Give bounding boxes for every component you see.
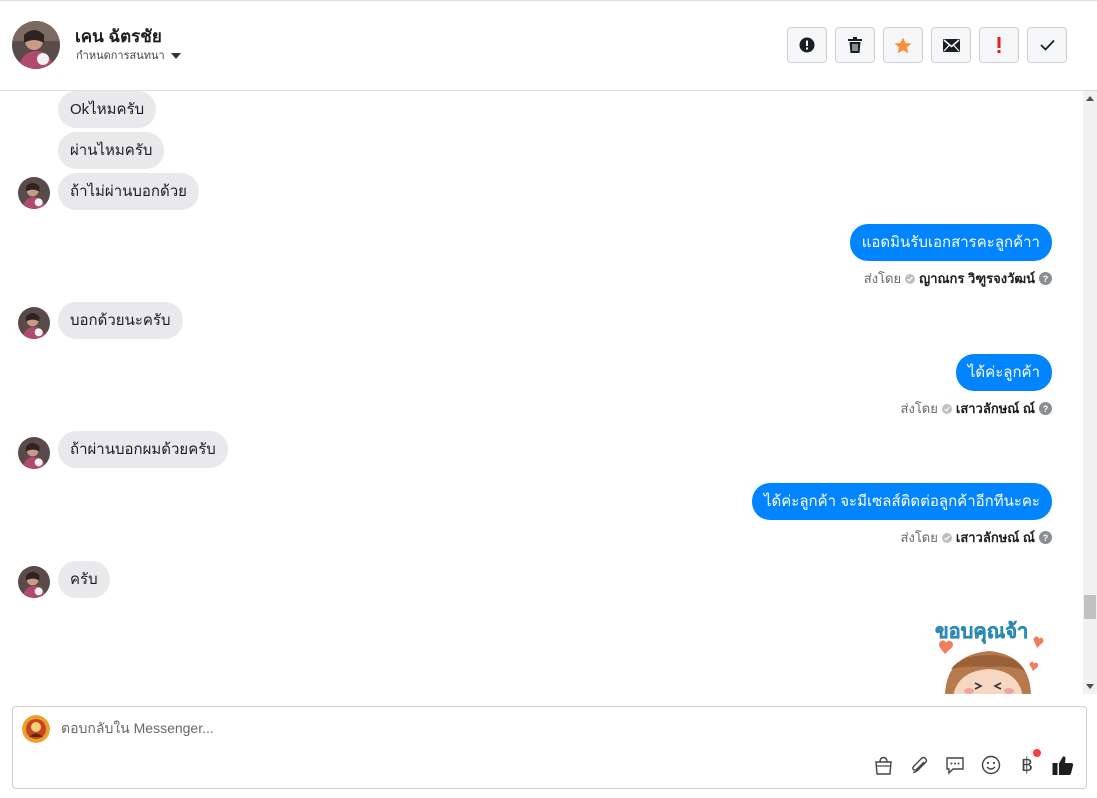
contact-avatar[interactable]: [12, 21, 60, 69]
incoming-message[interactable]: ผ่านไหมครับ: [58, 132, 165, 169]
help-icon[interactable]: ?: [1039, 402, 1052, 415]
incoming-message[interactable]: Okไหมครับ: [58, 91, 157, 128]
assign-conversation-dropdown[interactable]: กำหนดการสนทนา: [76, 46, 181, 64]
chevron-down-icon: [170, 52, 181, 59]
alert-circle-icon: [799, 37, 815, 53]
messenger-conversation-window: เคน ฉัตรชัย กำหนดการสนทนา Okไหมครับ ผ่าน…: [0, 0, 1097, 798]
exclamation-icon: [997, 37, 1001, 53]
mark-done-button[interactable]: [1027, 27, 1067, 63]
sender-name: เสาวลักษณ์ ณ์: [955, 530, 1035, 545]
emoji-icon: [981, 755, 1001, 775]
like-icon: [1052, 755, 1074, 775]
incoming-message[interactable]: ถ้าผ่านบอกผมด้วยครับ: [58, 431, 228, 468]
assign-conversation-label: กำหนดการสนทนา: [76, 50, 165, 62]
shop-bag-icon: [874, 756, 892, 775]
outgoing-message[interactable]: ได้ค่ะลูกค้า: [955, 354, 1052, 391]
conversation-header: เคน ฉัตรชัย กำหนดการสนทนา: [0, 1, 1097, 91]
scroll-down-arrow-icon[interactable]: [1086, 684, 1094, 689]
paperclip-icon: [912, 756, 928, 774]
important-button[interactable]: [979, 27, 1019, 63]
saved-replies-button[interactable]: [944, 754, 966, 776]
composer-tools: ฿: [872, 749, 1074, 776]
shop-bag-button[interactable]: [872, 754, 894, 776]
verified-check-icon: [941, 532, 952, 543]
message-scrollbar[interactable]: [1083, 91, 1097, 694]
contact-avatar-small: [18, 437, 50, 469]
attach-file-button[interactable]: [908, 754, 930, 776]
verified-check-icon: [905, 273, 916, 284]
incoming-message[interactable]: ถ้าไม่ผ่านบอกด้วย: [58, 173, 199, 210]
emoji-button[interactable]: [980, 754, 1002, 776]
sent-by-label: ส่งโดย: [900, 401, 938, 416]
like-button[interactable]: [1052, 754, 1074, 776]
conversation-actions: [787, 27, 1067, 63]
incoming-message[interactable]: ครับ: [58, 561, 110, 598]
baht-payment-icon: ฿: [1020, 754, 1034, 776]
star-icon: [894, 37, 912, 53]
help-icon[interactable]: ?: [1039, 272, 1052, 285]
message-thread[interactable]: Okไหมครับ ผ่านไหมครับ ถ้าไม่ผ่านบอกด้วย …: [0, 91, 1083, 694]
sent-by-label: ส่งโดย: [863, 271, 902, 286]
thank-you-sticker[interactable]: ขอบคุณจ้า: [931, 609, 1047, 694]
scrollbar-thumb[interactable]: [1084, 595, 1096, 619]
sent-by-label: ส่งโดย: [900, 530, 938, 545]
payment-button[interactable]: ฿: [1016, 749, 1041, 776]
sender-name: เสาวลักษณ์ ณ์: [955, 401, 1035, 416]
mark-unread-button[interactable]: [931, 27, 971, 63]
sent-by-line: ส่งโดย เสาวลักษณ์ ณ์ ?: [901, 527, 1052, 548]
checkmark-icon: [1039, 39, 1055, 51]
delete-button[interactable]: [835, 27, 875, 63]
contact-avatar-small: [18, 307, 50, 339]
notification-dot: [1033, 749, 1041, 757]
sent-by-line: ส่งโดย เสาวลักษณ์ ณ์ ?: [901, 398, 1052, 419]
sent-by-line: ส่งโดย ญาณกร วิฑูรจงวัฒน์ ?: [864, 268, 1052, 289]
star-button[interactable]: [883, 27, 923, 63]
help-icon[interactable]: ?: [1039, 531, 1052, 544]
envelope-icon: [942, 38, 960, 52]
reply-composer: ฿: [12, 706, 1087, 789]
incoming-message[interactable]: บอกด้วยนะครับ: [58, 302, 183, 339]
outgoing-message[interactable]: แอดมินรับเอกสารคะลูกค้าา: [849, 224, 1052, 261]
scroll-up-arrow-icon[interactable]: [1086, 96, 1094, 101]
sender-name: ญาณกร วิฑูรจงวัฒน์: [919, 271, 1035, 286]
saved-reply-icon: [946, 756, 964, 775]
outgoing-message[interactable]: ได้ค่ะลูกค้า จะมีเซลส์ติดต่อลูกค้าอีกทีน…: [751, 483, 1052, 520]
page-avatar: [22, 715, 50, 743]
contact-avatar-small: [18, 566, 50, 598]
trash-icon: [848, 37, 862, 53]
spam-button[interactable]: [787, 27, 827, 63]
reply-input[interactable]: [61, 720, 761, 736]
verified-check-icon: [941, 403, 952, 414]
contact-avatar-small: [18, 177, 50, 209]
